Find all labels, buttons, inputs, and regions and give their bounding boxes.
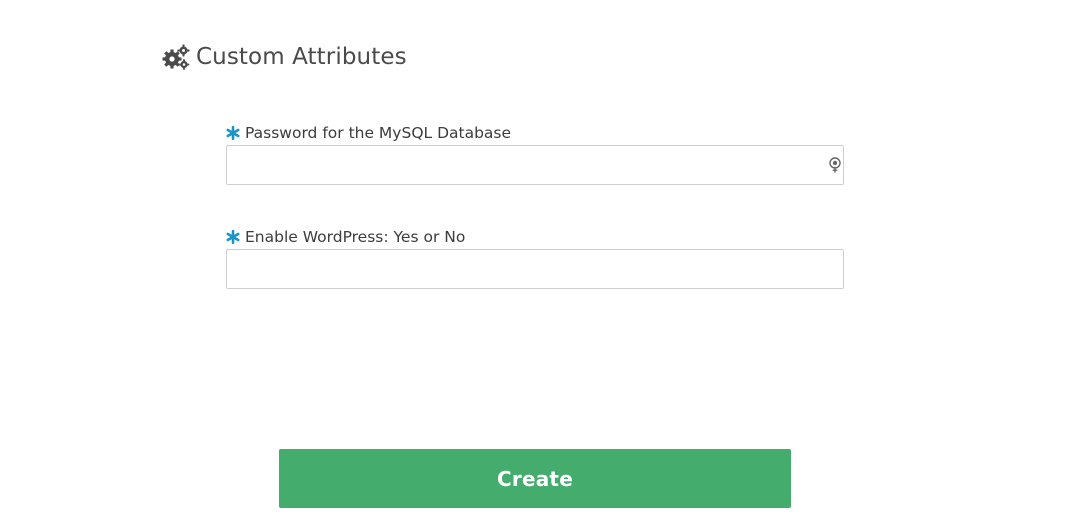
- key-icon[interactable]: [828, 157, 842, 173]
- enable-wordpress-label: Enable WordPress: Yes or No: [245, 228, 466, 246]
- field-label-row: Enable WordPress: Yes or No: [226, 226, 844, 248]
- mysql-password-field: Password for the MySQL Database: [226, 122, 844, 185]
- asterisk-icon: [226, 230, 240, 244]
- gears-icon: [162, 44, 190, 70]
- enable-wordpress-input[interactable]: [226, 249, 844, 289]
- custom-attributes-page: Custom Attributes Password for the MySQL…: [0, 0, 1068, 532]
- mysql-password-input[interactable]: [226, 145, 844, 185]
- enable-wordpress-field: Enable WordPress: Yes or No: [226, 226, 844, 289]
- create-button[interactable]: Create: [279, 449, 791, 508]
- section-header: Custom Attributes: [162, 40, 407, 74]
- mysql-password-input-wrap: [226, 145, 844, 185]
- enable-wordpress-input-wrap: [226, 249, 844, 289]
- asterisk-icon: [226, 126, 240, 140]
- field-label-row: Password for the MySQL Database: [226, 122, 844, 144]
- mysql-password-label: Password for the MySQL Database: [245, 124, 512, 142]
- section-title: Custom Attributes: [196, 44, 407, 70]
